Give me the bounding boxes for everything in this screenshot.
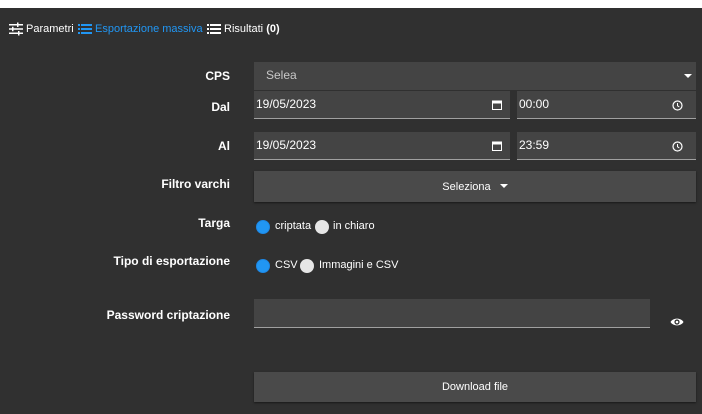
targa-in-chiaro-label: in chiaro [333, 220, 375, 232]
tipo-immagini-csv-label: Immagini e CSV [319, 259, 399, 271]
seleziona-label: Seleziona [442, 180, 491, 193]
dal-date-input[interactable]: 19/05/2023 [254, 91, 510, 119]
al-time-value: 23:59 [519, 138, 550, 152]
dal-time-value: 00:00 [519, 97, 550, 111]
al-date-value: 19/05/2023 [256, 138, 317, 152]
clock-icon[interactable] [672, 100, 683, 111]
calendar-icon[interactable] [492, 141, 502, 151]
dal-label: Dal [211, 100, 230, 114]
tipo-csv-radio[interactable] [256, 259, 270, 273]
password-label: Password criptazione [106, 308, 230, 322]
targa-criptata-radio[interactable] [256, 220, 270, 234]
tab-risultati-text: Risultati [224, 23, 264, 35]
eye-icon[interactable] [670, 317, 684, 327]
list-icon [78, 24, 92, 34]
tipo-immagini-csv-radio[interactable] [300, 259, 314, 273]
sliders-icon [9, 22, 23, 36]
password-input[interactable] [254, 299, 650, 328]
export-panel: Parametri Esportazione massiva Risultati… [0, 8, 702, 414]
seleziona-varchi-button[interactable]: Seleziona [254, 171, 696, 202]
cps-value: Selea [266, 68, 297, 82]
tab-parametri-label: Parametri [26, 23, 74, 35]
tab-bar: Parametri Esportazione massiva Risultati… [0, 8, 702, 48]
risultati-count: (0) [266, 23, 280, 35]
cps-label: CPS [205, 69, 230, 83]
caret-down-icon [499, 183, 508, 188]
cps-select[interactable]: Selea [254, 62, 696, 90]
download-file-button[interactable]: Download file [254, 372, 696, 402]
tipo-csv-label: CSV [275, 259, 298, 271]
targa-criptata-label: criptata [275, 220, 312, 232]
tab-risultati-label: Risultati (0) [224, 19, 280, 39]
caret-down-icon [684, 74, 692, 78]
dal-date-value: 19/05/2023 [256, 97, 317, 111]
tipo-esportazione-label: Tipo di esportazione [113, 254, 230, 268]
targa-label: Targa [198, 216, 230, 230]
clock-icon[interactable] [672, 141, 683, 152]
list-icon [207, 24, 221, 34]
al-date-input[interactable]: 19/05/2023 [254, 132, 510, 160]
targa-radio-group: criptata in chiaro [256, 219, 456, 237]
dal-time-input[interactable]: 00:00 [517, 91, 696, 119]
targa-in-chiaro-radio[interactable] [315, 220, 329, 234]
calendar-icon[interactable] [492, 100, 502, 110]
al-time-input[interactable]: 23:59 [517, 132, 696, 160]
al-label: Al [218, 139, 230, 153]
tipo-esportazione-radio-group: CSV Immagini e CSV [256, 258, 476, 276]
download-file-label: Download file [441, 381, 509, 393]
tab-esportazione-label: Esportazione massiva [95, 23, 203, 35]
filtro-varchi-label: Filtro varchi [161, 177, 230, 191]
